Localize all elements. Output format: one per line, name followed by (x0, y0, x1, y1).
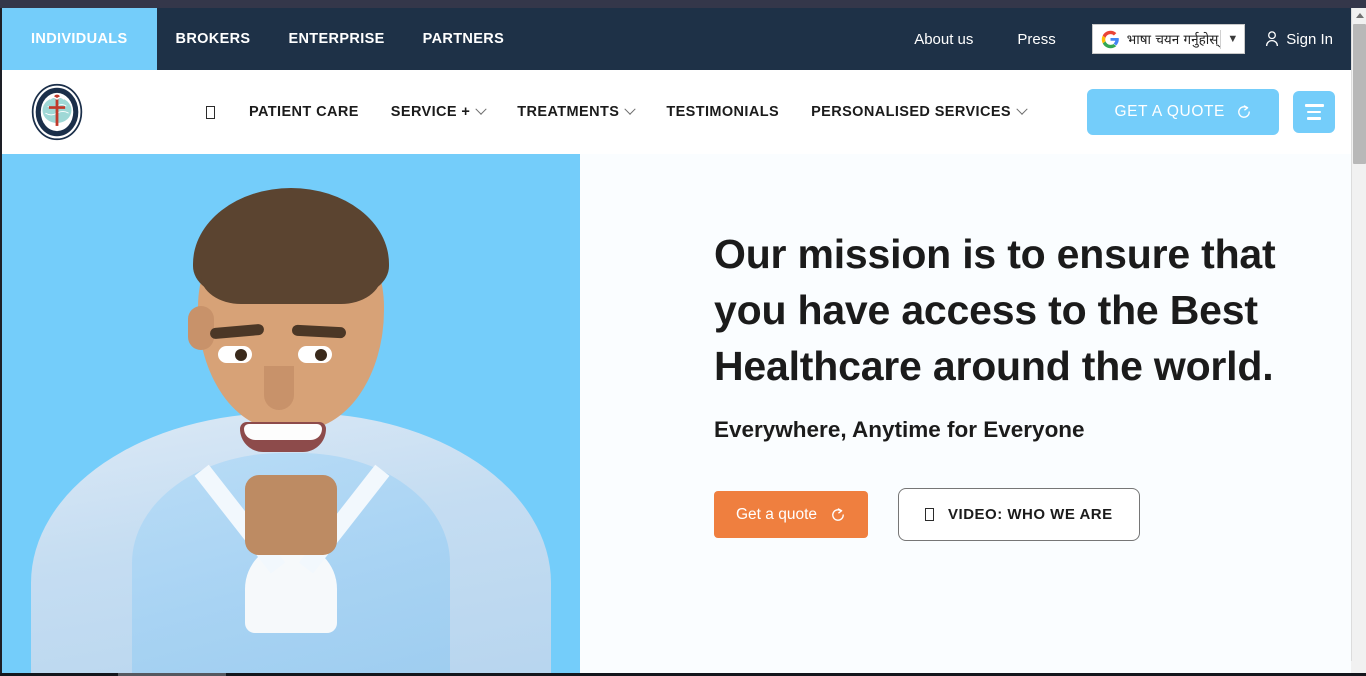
segment-individuals-label: INDIVIDUALS (31, 31, 128, 47)
nav-item-patient-care-label: PATIENT CARE (249, 104, 359, 120)
google-translate-widget[interactable]: भाषा चयन गर्नुहोस् ▼ (1091, 24, 1246, 54)
missing-glyph-box-icon (925, 508, 935, 521)
google-g-icon (1101, 30, 1119, 48)
hero-video-button-label: VIDEO: WHO WE ARE (948, 506, 1113, 523)
segment-partners[interactable]: PARTNERS (404, 8, 523, 70)
hero-get-a-quote-button[interactable]: Get a quote (714, 491, 869, 538)
segment-brokers-label: BROKERS (175, 31, 251, 47)
link-about-us-label: About us (914, 30, 974, 48)
link-press-label: Press (1017, 30, 1056, 48)
hamburger-icon-line (1307, 110, 1321, 114)
hamburger-icon (1304, 104, 1324, 107)
browser-chrome-strip (0, 0, 1366, 8)
segment-enterprise[interactable]: ENTERPRISE (269, 8, 403, 70)
hero-cta-group: Get a quote VIDEO: WHO WE ARE (714, 488, 1351, 541)
hamburger-icon-line (1307, 117, 1321, 120)
eye-left-shape (218, 346, 252, 363)
chevron-down-icon (475, 103, 487, 115)
person-icon (1266, 31, 1279, 47)
get-a-quote-label: GET A QUOTE (1114, 103, 1225, 120)
nav-item-treatments[interactable]: TREATMENTS (501, 103, 650, 120)
segment-brokers[interactable]: BROKERS (157, 8, 270, 70)
translate-divider (1220, 29, 1222, 49)
browser-viewport: INDIVIDUALS BROKERS ENTERPRISE PARTNERS … (0, 0, 1366, 676)
utility-top-bar: INDIVIDUALS BROKERS ENTERPRISE PARTNERS … (2, 8, 1351, 70)
pupil-right (315, 349, 327, 361)
nav-actions: GET A QUOTE (1087, 89, 1335, 135)
segment-partners-label: PARTNERS (422, 31, 505, 47)
hero-title: Our mission is to ensure that you have a… (714, 231, 1276, 389)
nose-shape (264, 366, 294, 410)
scroll-up-arrow-icon[interactable] (1352, 8, 1366, 23)
hero-get-a-quote-label: Get a quote (736, 505, 818, 523)
nav-item-patient-care[interactable]: PATIENT CARE (233, 104, 375, 120)
hero-copy: Our mission is to ensure that you have a… (580, 154, 1351, 673)
segment-enterprise-label: ENTERPRISE (288, 31, 385, 47)
get-a-quote-button[interactable]: GET A QUOTE (1087, 89, 1279, 135)
vertical-scrollbar-thumb[interactable] (1353, 24, 1366, 164)
nav-item-testimonials-label: TESTIMONIALS (666, 104, 780, 120)
neck-shape (245, 475, 337, 555)
site-logo-medical-emblem[interactable] (28, 83, 86, 141)
chevron-down-icon[interactable]: ▼ (1227, 33, 1238, 45)
eye-right-shape (298, 346, 332, 363)
nav-item-treatments-label: TREATMENTS (517, 104, 620, 120)
sign-in-label: Sign In (1286, 30, 1333, 48)
missing-glyph-box-icon (206, 105, 215, 119)
mouth-shape (240, 422, 326, 452)
nav-item-personalised-services-label: PERSONALISED SERVICES (811, 104, 1011, 120)
nav-item-home[interactable] (206, 105, 233, 119)
nav-item-personalised-services[interactable]: PERSONALISED SERVICES (795, 103, 1042, 120)
nav-item-testimonials[interactable]: TESTIMONIALS (650, 104, 795, 120)
audience-segment-nav: INDIVIDUALS BROKERS ENTERPRISE PARTNERS (2, 8, 523, 70)
translate-language-label: भाषा चयन गर्नुहोस् (1126, 32, 1219, 48)
hero-section: Our mission is to ensure that you have a… (2, 154, 1351, 673)
page-content: INDIVIDUALS BROKERS ENTERPRISE PARTNERS … (0, 8, 1351, 673)
pupil-left (235, 349, 247, 361)
hero-image-smiling-male-healthcare-worker (2, 154, 580, 673)
ear-shape (188, 306, 214, 350)
hamburger-menu-button[interactable] (1293, 91, 1335, 133)
utility-links: About us Press भाषा चयन गर्नुहोस् ▼ Sign… (892, 8, 1351, 70)
hero-subtitle: Everywhere, Anytime for Everyone (714, 417, 1085, 442)
chevron-down-icon (1016, 103, 1028, 115)
nav-item-service-plus[interactable]: SERVICE + (375, 103, 502, 120)
segment-individuals[interactable]: INDIVIDUALS (2, 8, 157, 70)
sign-in-button[interactable]: Sign In (1251, 31, 1333, 48)
hero-video-button[interactable]: VIDEO: WHO WE ARE (898, 488, 1140, 541)
chevron-down-icon (624, 103, 636, 115)
link-press[interactable]: Press (995, 31, 1077, 48)
nav-links: PATIENT CARE SERVICE + TREATMENTS TESTIM… (206, 103, 1042, 120)
arrow-circle-right-icon (832, 507, 844, 521)
scrollbar-corner (1351, 661, 1366, 673)
link-about-us[interactable]: About us (892, 31, 995, 48)
vertical-scrollbar[interactable] (1351, 8, 1366, 673)
main-navigation-bar: PATIENT CARE SERVICE + TREATMENTS TESTIM… (2, 70, 1351, 154)
nav-item-service-plus-label: SERVICE + (390, 104, 471, 120)
arrow-circle-right-icon (1238, 105, 1250, 118)
teeth-shape (244, 424, 322, 440)
